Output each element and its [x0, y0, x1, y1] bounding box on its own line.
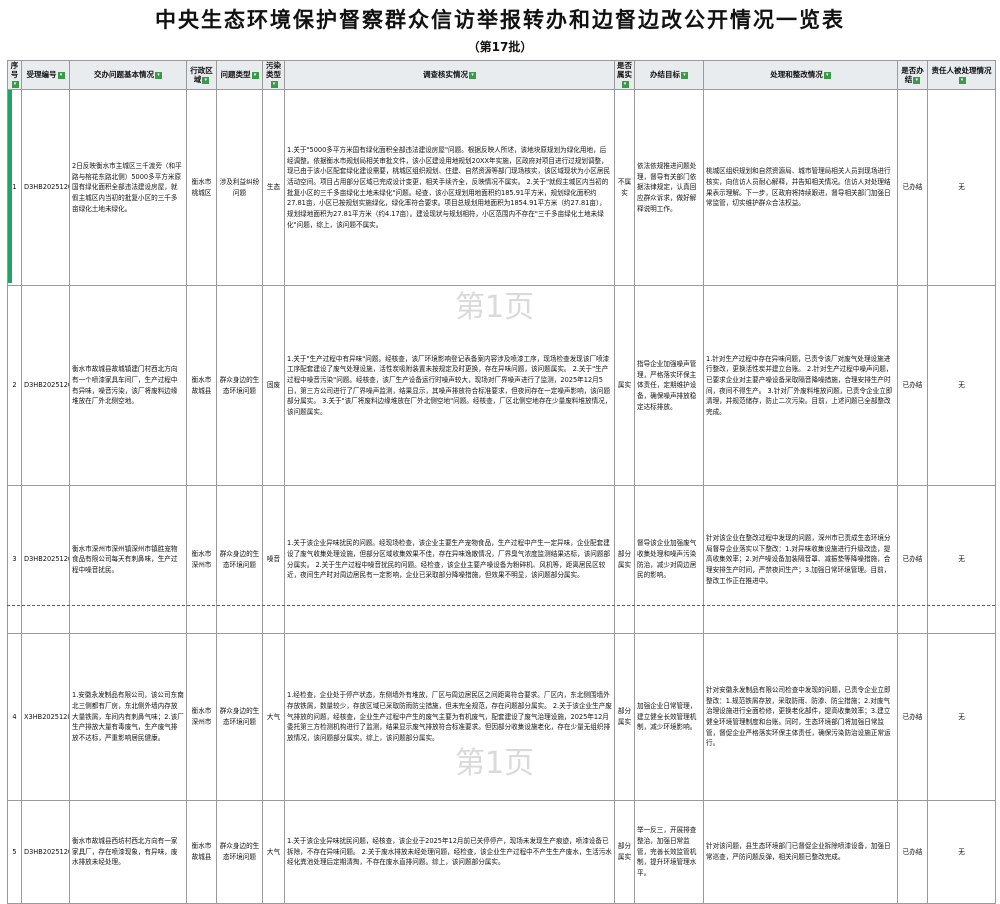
cell-region[interactable]: 衡水市桃城区	[186, 89, 217, 287]
cell-findings[interactable]: 1.关于"5000多平方米国有绿化面积全部违法建设房屋"问题。根据反映人所述，该…	[284, 89, 615, 287]
cell-pollution[interactable]: 噪音	[262, 485, 285, 635]
column-header-no[interactable]: 序号▾	[7, 59, 22, 91]
batch-subtitle: （第17批）	[467, 40, 533, 54]
column-header-penalty[interactable]: 责任人被处理情况▾	[927, 59, 996, 91]
filter-dropdown-icon[interactable]: ▾	[913, 76, 921, 84]
page-title: 中央生态环境保护督察群众信访举报转办和边督边改公开情况一览表	[155, 8, 845, 32]
filter-dropdown-icon[interactable]: ▾	[251, 71, 259, 79]
cell-goal[interactable]: 指导企业加强噪声管理，严格落实环保主体责任，定期维护设备，确保噪声排放稳定达标排…	[634, 285, 704, 487]
cell-issue[interactable]: 衡水市故城县西坊村西北方向有一家家具厂，存在喷漆现象，有异味，废水排放未经处理。	[69, 800, 187, 904]
table-row[interactable]: 4 X3HB202512030013 1.安徽永发制品有限公司，该公司东南北三侧…	[7, 633, 996, 802]
cell-handling[interactable]: 针对该企业在整改过程中发现的问题，深州市已责成生态环境分局督导企业落实以下整改：…	[703, 485, 898, 635]
cell-issue[interactable]: 衡水市故城县故城镇建门村西北方向有一个喷漆家具车间厂，生产过程中有异味，噪音污染…	[69, 285, 187, 487]
table-row[interactable]: 5 D3HB202512030030 衡水市故城县西坊村西北方向有一家家具厂，存…	[7, 800, 996, 904]
cell-findings[interactable]: 1.经检查，企业处于停产状态，东侧墙外有堆放，厂区与周边居民区之间距离符合要求。…	[284, 633, 615, 802]
cell-region[interactable]: 衡水市故城县	[186, 285, 217, 487]
table-row[interactable]: 2 D3HB202512030040 衡水市故城县故城镇建门村西北方向有一个喷漆…	[7, 285, 996, 487]
cell-done[interactable]: 已办结	[897, 89, 928, 287]
table-row[interactable]: 1 D3HB202512030053 2日反映衡水市主城区三千渡旁（和平路与榕花…	[7, 89, 996, 287]
cell-goal[interactable]: 举一反三，开展排查整治，加强日常监管，完善长效监管机制，提升环境管理水平。	[634, 800, 704, 904]
filter-dropdown-icon[interactable]: ▾	[11, 81, 19, 89]
column-header-done[interactable]: 是否办结 ▾	[897, 59, 928, 91]
cell-no[interactable]: 3	[7, 485, 22, 635]
cell-findings[interactable]: 1.关于该企业异味扰民的问题。经现场检查，该企业主要生产宠物食品，生产过程中产生…	[284, 485, 615, 635]
cell-type[interactable]: 涉及利益纠纷问题	[216, 89, 263, 287]
cell-handling[interactable]: 针对安徽永发制品有限公司检查中发现的问题，已责令企业立即整改：1.规范铁屑存放，…	[703, 633, 898, 802]
table-header: 序号▾ 受理编号 ▾ 交办问题基本情况 ▾ 行政区域 ▾ 问题类型 ▾ 污染类型▾ 调查…	[7, 59, 996, 91]
cell-id[interactable]: D3HB202512030053	[21, 89, 70, 287]
cell-id[interactable]: D3HB202512030031	[21, 485, 70, 635]
cell-region[interactable]: 衡水市深州市	[186, 633, 217, 802]
cell-type[interactable]: 群众身边的生态环境问题	[216, 800, 263, 904]
filter-dropdown-icon[interactable]: ▾	[823, 71, 831, 79]
cell-pollution[interactable]: 生态	[262, 89, 285, 287]
cell-done[interactable]: 已办结	[897, 800, 928, 904]
cell-done[interactable]: 已办结	[897, 285, 928, 487]
filter-dropdown-icon[interactable]: ▾	[681, 71, 688, 79]
column-header-goal[interactable]: 办结目标 ▾	[634, 59, 704, 91]
cell-penalty[interactable]: 无	[927, 285, 996, 487]
cell-true[interactable]: 部分属实	[614, 485, 635, 635]
cell-done[interactable]: 已办结	[897, 485, 928, 635]
cell-no[interactable]: 2	[7, 285, 22, 487]
cell-type[interactable]: 群众身边的生态环境问题	[216, 633, 263, 802]
cell-pollution[interactable]: 固废	[262, 285, 285, 487]
cell-goal[interactable]: 依法依规推进问题处理，督导有关部门依据法律规定，认真回应群众诉求，做好解释说明工…	[634, 89, 704, 287]
cell-true[interactable]: 部分属实	[614, 633, 635, 802]
filter-dropdown-icon[interactable]: ▾	[202, 76, 210, 84]
cell-handling[interactable]: 1.针对生产过程中存在异味问题，已责令该厂对废气处理设施进行整改，更换活性炭并建…	[703, 285, 898, 487]
filter-dropdown-icon[interactable]: ▾	[155, 71, 162, 79]
page-break-line	[7, 605, 995, 606]
cell-findings[interactable]: 1.关于该企业异味扰民问题，经核查，该企业于2025年12月前已关停停产，现场未…	[284, 800, 615, 904]
column-header-handling[interactable]: 处理和整改情况 ▾	[703, 59, 898, 91]
cell-handling[interactable]: 桃城区组织规划和自然资源局、城市管理局相关人员到现场进行核实，向信访人员耐心解释…	[703, 89, 898, 287]
cell-issue[interactable]: 1.安徽永发制品有限公司，该公司东南北三侧都有厂房，东北侧外墙内存放大量铁屑，车…	[69, 633, 187, 802]
column-header-findings[interactable]: 调查核实情况 ▾	[284, 59, 615, 91]
cell-no[interactable]: 1	[7, 89, 22, 287]
cell-penalty[interactable]: 无	[927, 633, 996, 802]
cell-handling[interactable]: 针对该问题，县生态环境部门已督促企业拆除喷漆设备，加强日常巡查，严防问题反弹，相…	[703, 800, 898, 904]
cell-no[interactable]: 4	[7, 633, 22, 802]
cell-findings[interactable]: 1.关于"生产过程中有异味"问题。经核查，该厂环境影响登记表备案内容涉及喷漆工序…	[284, 285, 615, 487]
cell-penalty[interactable]: 无	[927, 800, 996, 904]
cell-issue[interactable]: 2日反映衡水市主城区三千渡旁（和平路与榕花东路北侧）5000多平方米原国有绿化面…	[69, 89, 187, 287]
cell-true[interactable]: 部分属实	[614, 800, 635, 904]
filter-dropdown-icon[interactable]: ▾	[57, 71, 65, 79]
cell-done[interactable]: 已办结	[897, 633, 928, 802]
cell-region[interactable]: 衡水市故城县	[186, 800, 217, 904]
column-header-id[interactable]: 受理编号 ▾	[21, 59, 70, 91]
cell-true[interactable]: 属实	[614, 285, 635, 487]
report-table: 序号▾ 受理编号 ▾ 交办问题基本情况 ▾ 行政区域 ▾ 问题类型 ▾ 污染类型▾ 调查…	[7, 59, 996, 904]
cell-type[interactable]: 群众身边的生态环境问题	[216, 485, 263, 635]
filter-dropdown-icon[interactable]: ▾	[270, 81, 278, 89]
cell-pollution[interactable]: 大气	[262, 800, 285, 904]
cell-penalty[interactable]: 无	[927, 485, 996, 635]
cell-id[interactable]: D3HB202512030040	[21, 285, 70, 487]
cell-issue[interactable]: 衡水市深州市深州镇深州市镇胜宠物食品有限公司每天有刺鼻味，生产过程中噪音扰民。	[69, 485, 187, 635]
column-header-region[interactable]: 行政区域 ▾	[186, 59, 217, 91]
cell-goal[interactable]: 督导该企业加强废气收集处理和噪声污染防治，减少对周边居民的影响。	[634, 485, 704, 635]
filter-dropdown-icon[interactable]: ▾	[958, 76, 966, 84]
column-header-true[interactable]: 是否属实▾	[614, 59, 635, 91]
cell-id[interactable]: X3HB202512030013	[21, 633, 70, 802]
cell-no[interactable]: 5	[7, 800, 22, 904]
column-header-type[interactable]: 问题类型 ▾	[216, 59, 263, 91]
column-header-pollution[interactable]: 污染类型▾	[262, 59, 285, 91]
cell-penalty[interactable]: 无	[927, 89, 996, 287]
filter-dropdown-icon[interactable]: ▾	[469, 71, 476, 79]
table-row[interactable]: 3 D3HB202512030031 衡水市深州市深州镇深州市镇胜宠物食品有限公…	[7, 485, 996, 635]
cell-pollution[interactable]: 大气	[262, 633, 285, 802]
filter-dropdown-icon[interactable]: ▾	[621, 81, 629, 89]
column-header-issue[interactable]: 交办问题基本情况 ▾	[69, 59, 187, 91]
cell-id[interactable]: D3HB202512030030	[21, 800, 70, 904]
cell-goal[interactable]: 加强企业日常管理，建立健全长效管理机制，减少环境影响。	[634, 633, 704, 802]
cell-type[interactable]: 群众身边的生态环境问题	[216, 285, 263, 487]
cell-true[interactable]: 不属实	[614, 89, 635, 287]
cell-region[interactable]: 衡水市深州市	[186, 485, 217, 635]
